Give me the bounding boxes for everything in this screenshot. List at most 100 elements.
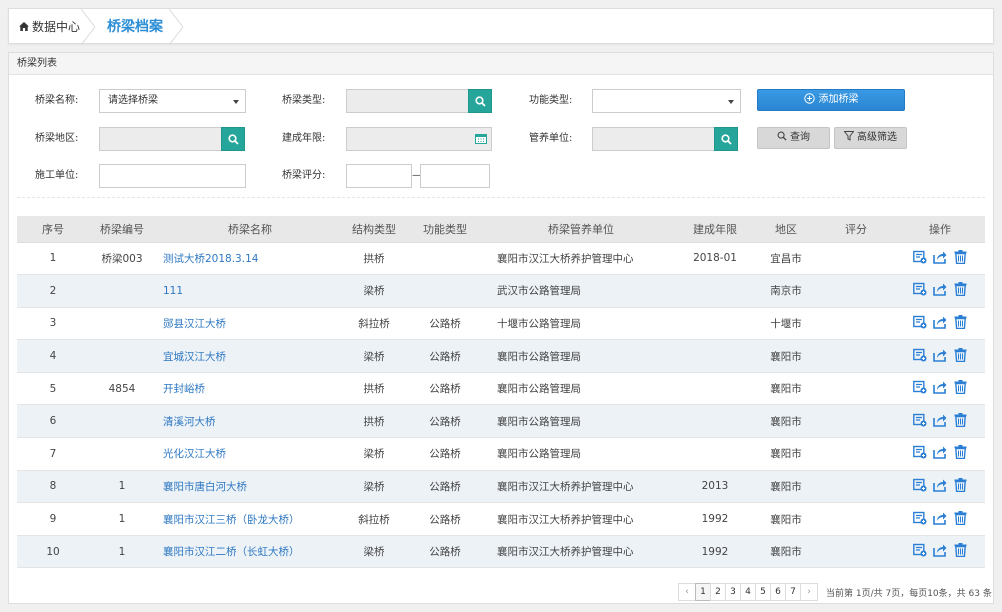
bridge-type-search-button[interactable] (468, 89, 492, 113)
query-button[interactable]: 查询 (757, 127, 830, 149)
trash-icon[interactable] (953, 314, 967, 330)
cell-no: 3 (17, 307, 89, 341)
cell-no: 6 (17, 404, 89, 439)
plus-circle-icon (803, 93, 815, 104)
cell-name[interactable]: 襄阳市唐白河大桥 (155, 470, 345, 504)
maint-unit-search-button[interactable] (714, 127, 738, 151)
share-icon[interactable] (933, 543, 947, 557)
table-row[interactable]: 5 4854 开封峪桥 拱桥 公路桥 襄阳市公路管理局 襄阳市 (17, 372, 985, 406)
table-row[interactable]: 6 清溪河大桥 拱桥 公路桥 襄阳市公路管理局 襄阳市 (17, 404, 985, 439)
add-bridge-button[interactable]: 添加桥梁 (757, 89, 905, 111)
edit-icon[interactable] (913, 543, 927, 557)
cell-actions (895, 307, 985, 341)
table-row[interactable]: 1 桥梁003 测试大桥2018.3.14 拱桥 襄阳市汉江大桥养护管理中心 2018-0… (17, 242, 985, 276)
cell-struct: 拱桥 (345, 372, 403, 406)
advanced-filter-button[interactable]: 高级筛选 (834, 127, 907, 149)
next-page-button[interactable]: › (800, 583, 818, 601)
cell-struct: 拱桥 (345, 242, 403, 276)
share-icon[interactable] (933, 413, 947, 427)
cell-region: 襄阳市 (755, 470, 817, 504)
cell-name[interactable]: 郧县汉江大桥 (155, 307, 345, 341)
edit-icon[interactable] (913, 413, 927, 427)
table-row[interactable]: 2 111 梁桥 武汉市公路管理局 南京市 (17, 274, 985, 308)
rating-min-input[interactable] (346, 164, 412, 188)
share-icon[interactable] (933, 445, 947, 460)
cell-name[interactable]: 清溪河大桥 (155, 404, 345, 439)
cell-name[interactable]: 开封峪桥 (155, 372, 345, 406)
page-button[interactable]: 3 (725, 583, 741, 601)
edit-icon[interactable] (913, 315, 927, 329)
cell-name[interactable]: 111 (155, 274, 345, 308)
share-icon[interactable] (933, 380, 947, 394)
construct-unit-input[interactable] (99, 164, 246, 188)
cell-score (817, 339, 895, 373)
trash-icon[interactable] (953, 380, 967, 395)
edit-icon[interactable] (913, 445, 927, 459)
page-button[interactable]: 2 (710, 583, 726, 601)
cell-name[interactable]: 襄阳市汉江二桥（长虹大桥） (155, 535, 345, 569)
share-icon[interactable] (933, 315, 947, 329)
trash-icon[interactable] (953, 347, 967, 362)
cell-year (675, 274, 755, 308)
trash-icon[interactable] (953, 445, 967, 460)
trash-icon[interactable] (953, 510, 967, 525)
rating-max-input[interactable] (420, 164, 490, 188)
edit-icon[interactable] (913, 511, 927, 525)
table-row[interactable]: 4 宜城汉江大桥 梁桥 公路桥 襄阳市公路管理局 襄阳市 (17, 339, 985, 373)
cell-func: 公路桥 (403, 307, 487, 341)
page-button[interactable]: 6 (770, 583, 786, 601)
edit-icon[interactable] (913, 282, 927, 296)
cell-region: 襄阳市 (755, 502, 817, 536)
trash-icon[interactable] (953, 477, 967, 493)
cell-name[interactable]: 襄阳市汉江三桥（卧龙大桥） (155, 502, 345, 536)
share-icon[interactable] (933, 282, 947, 297)
table-row[interactable]: 3 郧县汉江大桥 斜拉桥 公路桥 十堰市公路管理局 十堰市 (17, 307, 985, 341)
page-button[interactable]: 1 (695, 583, 711, 601)
share-icon[interactable] (933, 348, 947, 362)
trash-icon[interactable] (953, 412, 967, 427)
chevron-down-icon (233, 100, 239, 104)
share-icon[interactable] (933, 511, 947, 525)
table-row[interactable]: 9 1 襄阳市汉江三桥（卧龙大桥） 斜拉桥 公路桥 襄阳市汉江大桥养护管理中心 1992 襄阳… (17, 502, 985, 536)
tab-bridge-archive[interactable]: 桥梁档案 (107, 9, 163, 45)
share-icon[interactable] (933, 478, 947, 492)
trash-icon[interactable] (953, 249, 967, 264)
edit-icon[interactable] (913, 478, 927, 492)
edit-icon[interactable] (913, 380, 927, 394)
region-search-button[interactable] (221, 127, 245, 151)
cell-name[interactable]: 测试大桥2018.3.14 (155, 242, 345, 276)
cell-year (675, 404, 755, 439)
trash-icon[interactable] (953, 282, 967, 297)
home-icon (19, 11, 29, 47)
table-row[interactable]: 10 1 襄阳市汉江二桥（长虹大桥） 梁桥 公路桥 襄阳市汉江大桥养护管理中心 1992 襄阳… (17, 535, 985, 569)
column-header: 桥梁编号 (89, 216, 155, 243)
bridge-name-select[interactable]: 请选择桥梁 (99, 89, 246, 113)
breadcrumb-home[interactable]: 数据中心 (19, 9, 80, 45)
cell-score (817, 470, 895, 504)
cell-name[interactable]: 光化汉江大桥 (155, 437, 345, 471)
page-button[interactable]: 4 (740, 583, 756, 601)
share-icon[interactable] (933, 250, 947, 264)
table-row[interactable]: 7 光化汉江大桥 梁桥 公路桥 襄阳市公路管理局 襄阳市 (17, 437, 985, 471)
trash-icon[interactable] (953, 543, 967, 558)
cell-no: 5 (17, 372, 89, 406)
build-year-input[interactable] (346, 127, 492, 151)
cell-code: 1 (89, 470, 155, 504)
maint-unit-input[interactable] (592, 127, 716, 151)
page-button[interactable]: 5 (755, 583, 771, 601)
table-row[interactable]: 8 1 襄阳市唐白河大桥 梁桥 公路桥 襄阳市汉江大桥养护管理中心 2013 襄阳市 (17, 470, 985, 504)
cell-actions (895, 437, 985, 471)
cell-name[interactable]: 宜城汉江大桥 (155, 339, 345, 373)
maint-unit-label: 管养单位: (529, 133, 573, 144)
edit-icon[interactable] (913, 250, 927, 264)
prev-page-button[interactable]: ‹ (678, 583, 696, 601)
edit-icon[interactable] (913, 348, 927, 362)
page-button[interactable]: 7 (785, 583, 801, 601)
bridge-table: 序号 桥梁编号 桥梁名称 结构类型 功能类型 桥梁管养单位 建成年限 地区 评分 操作 1 桥梁00… (17, 216, 985, 569)
pagination: ‹ 1 2 3 4 5 6 7 › 当前第 1页/共 7页，每页10条，共 63 条 (678, 583, 992, 601)
bridge-type-input[interactable] (346, 89, 470, 113)
function-type-label: 功能类型: (529, 95, 573, 106)
function-type-select[interactable] (592, 89, 741, 113)
region-input[interactable] (99, 127, 223, 151)
cell-score (817, 535, 895, 569)
